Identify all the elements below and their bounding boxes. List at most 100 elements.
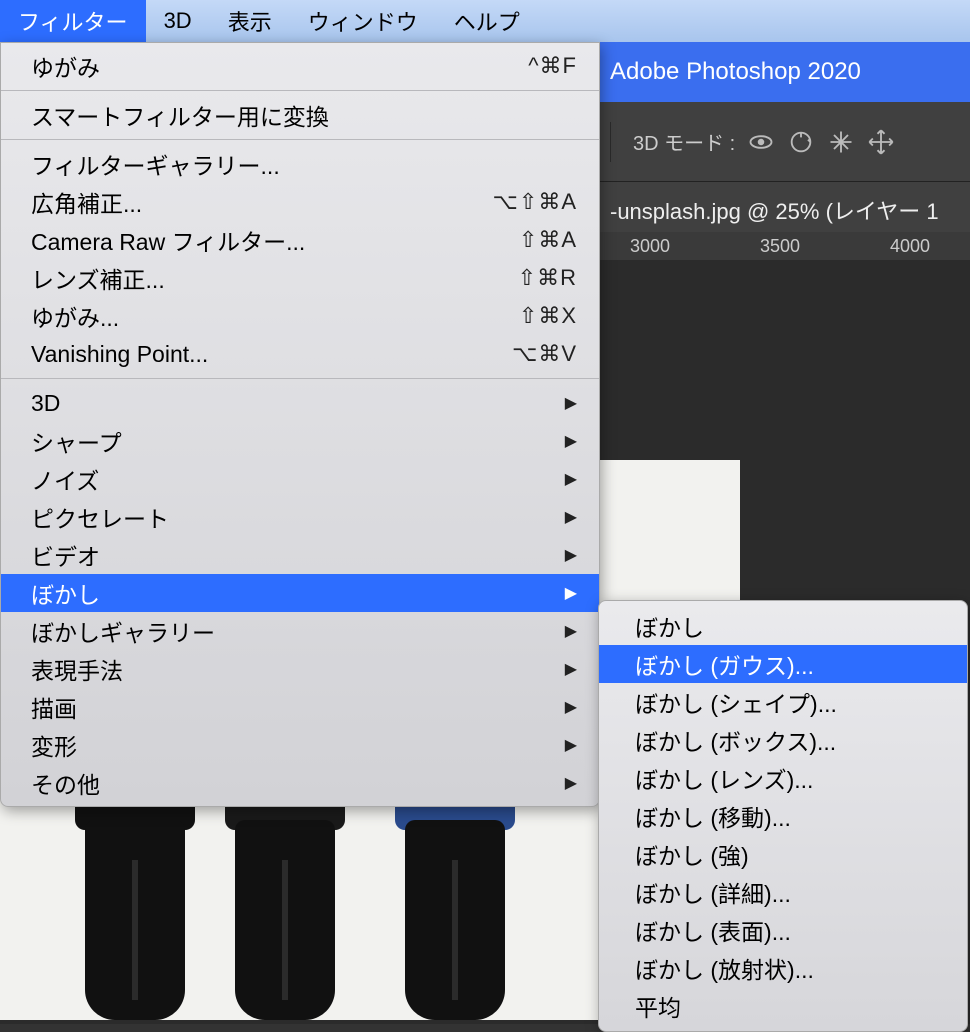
app-title-text: Adobe Photoshop 2020 xyxy=(610,58,861,86)
mode-label: 3D モード : xyxy=(633,127,735,156)
menu-window[interactable]: ウィンドウ xyxy=(290,0,436,42)
menu-item[interactable]: ぼかしギャラリー ▶ xyxy=(1,612,599,650)
menubar: フィルター 3D 表示 ウィンドウ ヘルプ xyxy=(0,0,970,42)
menu-item[interactable]: シャープ ▶ xyxy=(1,422,599,460)
submenu-item-label: ぼかし (詳細)... xyxy=(635,875,791,909)
menu-item-label: 3D xyxy=(31,390,60,417)
submenu-arrow-icon: ▶ xyxy=(565,431,577,451)
menu-item[interactable]: ゆがみ ^⌘F xyxy=(1,47,599,85)
menu-item[interactable]: 広角補正... ⌥⇧⌘A xyxy=(1,183,599,221)
menu-item-label: 広角補正... xyxy=(31,185,142,219)
orbit-icon[interactable] xyxy=(747,128,775,156)
submenu-item-label: ぼかし (強) xyxy=(635,837,749,871)
menu-item-label: 変形 xyxy=(31,728,77,762)
menu-item[interactable]: ぼかし▶ xyxy=(1,574,599,612)
menu-separator xyxy=(1,90,599,91)
menu-item[interactable]: レンズ補正... ⇧⌘R xyxy=(1,259,599,297)
menu-item-label: 描画 xyxy=(31,690,77,724)
submenu-item-label: ぼかし (レンズ)... xyxy=(635,761,813,795)
menu-item[interactable]: ノイズ▶ xyxy=(1,460,599,498)
menu-item[interactable]: Vanishing Point... ⌥⌘V xyxy=(1,335,599,373)
submenu-item[interactable]: ぼかし xyxy=(599,607,967,645)
filter-menu-panel: ゆがみ ^⌘F スマートフィルター用に変換フィルターギャラリー... 広角補正... ⌥… xyxy=(0,42,600,807)
menu-3d[interactable]: 3D xyxy=(146,0,210,42)
blur-submenu-panel: ぼかしぼかし (ガウス)... ぼかし (シェイプ)... ぼかし (ボックス)..… xyxy=(598,600,968,1032)
submenu-arrow-icon: ▶ xyxy=(565,621,577,641)
menu-help[interactable]: ヘルプ xyxy=(436,0,538,42)
submenu-arrow-icon: ▶ xyxy=(565,393,577,413)
menu-item[interactable]: 表現手法 ▶ xyxy=(1,650,599,688)
menu-filter[interactable]: フィルター xyxy=(0,0,146,42)
menu-item-label: フィルターギャラリー... xyxy=(31,147,280,181)
submenu-item-label: ぼかし xyxy=(635,609,704,643)
menu-filter-label: フィルター xyxy=(18,5,128,37)
menu-item-label: ノイズ xyxy=(31,462,99,496)
document-tab-bar: -unsplash.jpg @ 25% (レイヤー 1 3000 3500 40… xyxy=(600,182,970,260)
menu-item[interactable]: ゆがみ... ⇧⌘X xyxy=(1,297,599,335)
submenu-item-label: ぼかし (シェイプ)... xyxy=(635,685,837,719)
submenu-item[interactable]: ぼかし (ボックス)... xyxy=(599,721,967,759)
menu-item-label: 表現手法 xyxy=(31,652,123,686)
menu-item[interactable]: フィルターギャラリー... xyxy=(1,145,599,183)
ruler-tick: 3000 xyxy=(630,236,670,257)
pan-icon[interactable] xyxy=(827,128,855,156)
menu-item[interactable]: ピクセレート ▶ xyxy=(1,498,599,536)
submenu-item-label: 平均 xyxy=(635,989,681,1023)
submenu-arrow-icon: ▶ xyxy=(565,735,577,755)
menu-item-shortcut: ^⌘F xyxy=(528,53,577,79)
menu-item[interactable]: 描画 ▶ xyxy=(1,688,599,726)
submenu-item-label: ぼかし (移動)... xyxy=(635,799,791,833)
submenu-arrow-icon: ▶ xyxy=(565,545,577,565)
submenu-item-label: ぼかし (放射状)... xyxy=(635,951,814,985)
menu-item-label: Vanishing Point... xyxy=(31,341,208,368)
menu-item[interactable]: 3D ▶ xyxy=(1,384,599,422)
menu-item[interactable]: ビデオ ▶ xyxy=(1,536,599,574)
move-icon[interactable] xyxy=(867,128,895,156)
submenu-arrow-icon: ▶ xyxy=(565,697,577,717)
menu-item[interactable]: その他 ▶ xyxy=(1,764,599,802)
menu-item-shortcut: ⌥⇧⌘A xyxy=(493,189,577,215)
menu-separator xyxy=(1,139,599,140)
submenu-item-label: ぼかし (ボックス)... xyxy=(635,723,836,757)
document-tab[interactable]: -unsplash.jpg @ 25% (レイヤー 1 xyxy=(600,182,970,226)
menu-item-shortcut: ⇧⌘R xyxy=(518,265,577,291)
menu-item-label: ゆがみ xyxy=(31,49,100,83)
menu-item-shortcut: ⇧⌘A xyxy=(519,227,577,253)
submenu-item[interactable]: 平均 xyxy=(599,987,967,1025)
submenu-item[interactable]: ぼかし (詳細)... xyxy=(599,873,967,911)
submenu-item-label: ぼかし (ガウス)... xyxy=(635,647,814,681)
submenu-item[interactable]: ぼかし (シェイプ)... xyxy=(599,683,967,721)
menu-window-label: ウィンドウ xyxy=(308,5,418,37)
menu-item-label: シャープ xyxy=(31,424,122,458)
submenu-item[interactable]: ぼかし (ガウス)... xyxy=(599,645,967,683)
menu-item-label: ぼかしギャラリー xyxy=(31,614,215,648)
submenu-item-label: ぼかし (表面)... xyxy=(635,913,791,947)
menu-item-shortcut: ⌥⌘V xyxy=(512,341,577,367)
menu-item-label: Camera Raw フィルター... xyxy=(31,223,305,257)
menu-3d-label: 3D xyxy=(164,8,192,34)
menu-view-label: 表示 xyxy=(228,5,272,37)
menu-item-label: レンズ補正... xyxy=(31,261,165,295)
submenu-item[interactable]: ぼかし (移動)... xyxy=(599,797,967,835)
submenu-item[interactable]: ぼかし (表面)... xyxy=(599,911,967,949)
rotate-icon[interactable] xyxy=(787,128,815,156)
menu-item[interactable]: Camera Raw フィルター... ⇧⌘A xyxy=(1,221,599,259)
submenu-arrow-icon: ▶ xyxy=(565,659,577,679)
menu-item-label: その他 xyxy=(31,766,100,800)
submenu-arrow-icon: ▶ xyxy=(565,507,577,527)
menu-item-label: ゆがみ... xyxy=(31,299,119,333)
menu-view[interactable]: 表示 xyxy=(210,0,290,42)
menu-item[interactable]: 変形 ▶ xyxy=(1,726,599,764)
submenu-arrow-icon: ▶ xyxy=(565,583,577,603)
toolbar-separator xyxy=(610,122,611,162)
submenu-arrow-icon: ▶ xyxy=(565,773,577,793)
submenu-item[interactable]: ぼかし (強) xyxy=(599,835,967,873)
menu-item[interactable]: スマートフィルター用に変換 xyxy=(1,96,599,134)
menu-item-label: スマートフィルター用に変換 xyxy=(31,98,329,132)
menu-item-label: ピクセレート xyxy=(31,500,169,534)
submenu-item[interactable]: ぼかし (放射状)... xyxy=(599,949,967,987)
submenu-item[interactable]: ぼかし (レンズ)... xyxy=(599,759,967,797)
ruler: 3000 3500 4000 xyxy=(600,232,970,260)
menu-item-shortcut: ⇧⌘X xyxy=(519,303,577,329)
menu-item-label: ビデオ xyxy=(31,538,100,572)
